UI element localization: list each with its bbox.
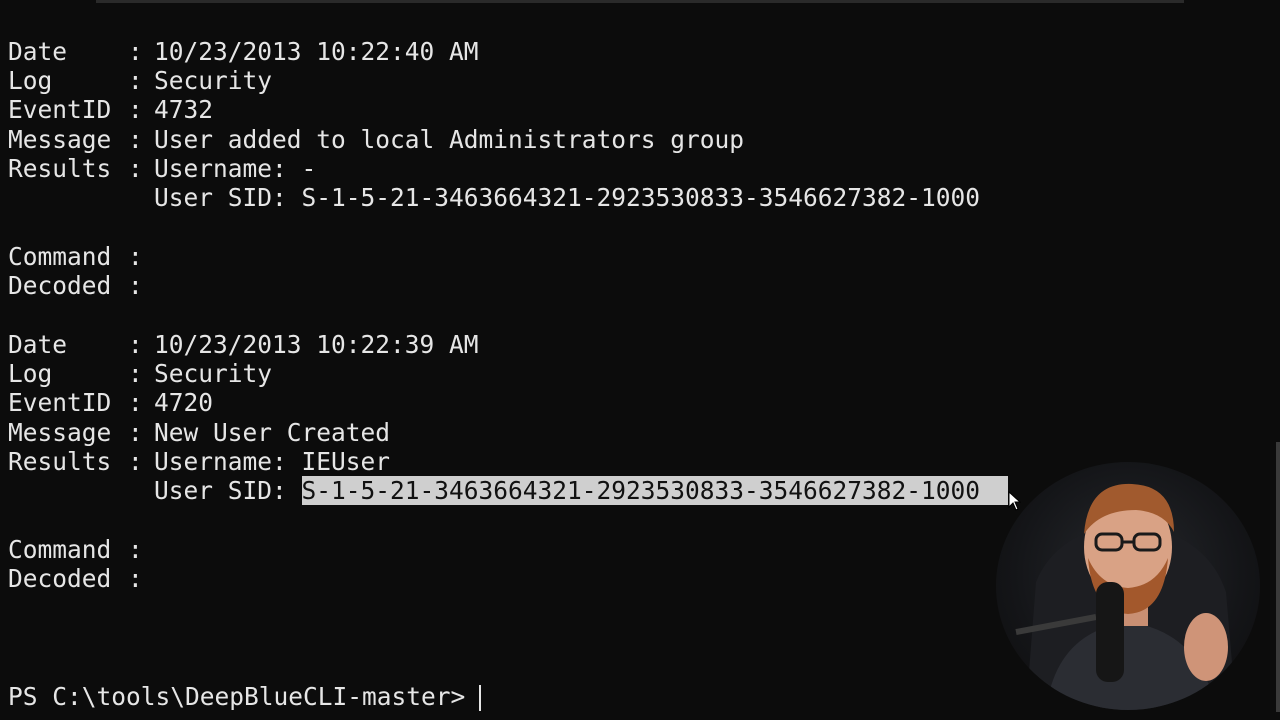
sid-label: User SID: [154, 183, 302, 212]
field-key: Log [8, 66, 53, 95]
field-separator: : [128, 359, 143, 388]
record-1-results-line: Results: Username: - [8, 154, 316, 183]
record-2-eventid-line: EventID:4720 [8, 388, 213, 417]
field-separator: : [128, 564, 143, 593]
field-separator: : [128, 271, 143, 300]
field-value-log: Security [154, 359, 273, 388]
field-key: Decoded [8, 564, 112, 593]
field-separator: : [128, 154, 143, 183]
field-key: Date [8, 37, 68, 66]
field-value-message: User added to local Administrators group [154, 125, 745, 154]
text-cursor [479, 685, 482, 711]
prompt-line[interactable]: PS C:\tools\DeepBlueCLI-master> [8, 682, 482, 711]
field-key: Command [8, 242, 112, 271]
record-1-decoded-line: Decoded: [8, 271, 154, 300]
sid-value-selected[interactable]: S-1-5-21-3463664321-2923530833-354662738… [301, 476, 1009, 505]
field-separator: : [128, 447, 143, 476]
prompt-text: PS C:\tools\DeepBlueCLI-master> [8, 682, 466, 711]
record-1-eventid-line: EventID:4732 [8, 95, 213, 124]
field-key: Log [8, 359, 53, 388]
field-separator: : [128, 330, 143, 359]
field-separator: : [128, 125, 143, 154]
sid-value[interactable]: S-1-5-21-3463664321-2923530833-354662738… [302, 183, 981, 212]
field-separator: : [128, 66, 143, 95]
field-key: EventID [8, 388, 112, 417]
record-1-sid-line: User SID: S-1-5-21-3463664321-2923530833… [8, 183, 980, 212]
scrollbar[interactable] [1276, 442, 1280, 712]
field-separator: : [128, 37, 143, 66]
field-value-eventid: 4720 [154, 388, 214, 417]
record-1-message-line: Message: User added to local Administrato… [8, 125, 744, 154]
record-1-command-line: Command: [8, 242, 154, 271]
record-1-date-line: Date:10/23/2013 10:22:40 AM [8, 37, 479, 66]
field-value-eventid: 4732 [154, 95, 214, 124]
field-key: Results [8, 447, 112, 476]
top-border-strip [96, 0, 1184, 3]
field-separator: : [128, 95, 143, 124]
field-key: Decoded [8, 271, 112, 300]
field-value-username: Username: - [154, 154, 317, 183]
presenter-silhouette [1015, 483, 1236, 710]
field-key: EventID [8, 95, 112, 124]
field-key: Date [8, 330, 68, 359]
sid-label: User SID: [154, 476, 302, 505]
field-value-date: 10/23/2013 10:22:40 AM [154, 37, 479, 66]
record-2-message-line: Message: New User Created [8, 418, 390, 447]
record-2-results-line: Results: Username: IEUser [8, 447, 390, 476]
record-2-date-line: Date:10/23/2013 10:22:39 AM [8, 330, 479, 359]
field-key: Message [8, 418, 112, 447]
field-separator: : [128, 242, 143, 271]
field-key: Command [8, 535, 112, 564]
field-value-username: Username: IEUser [154, 447, 391, 476]
field-value-date: 10/23/2013 10:22:39 AM [154, 330, 479, 359]
field-key: Results [8, 154, 112, 183]
field-separator: : [128, 535, 143, 564]
webcam-overlay [996, 462, 1260, 710]
field-value-message: New User Created [154, 418, 391, 447]
record-2-sid-line: User SID: S-1-5-21-3463664321-2923530833… [8, 476, 1009, 505]
field-separator: : [128, 418, 143, 447]
record-2-log-line: Log: Security [8, 359, 272, 388]
field-separator: : [128, 388, 143, 417]
field-value-log: Security [154, 66, 273, 95]
field-key: Message [8, 125, 112, 154]
record-2-decoded-line: Decoded: [8, 564, 154, 593]
terminal-window[interactable]: Date:10/23/2013 10:22:40 AM Log: Security… [0, 0, 1280, 720]
record-1-log-line: Log: Security [8, 66, 272, 95]
record-2-command-line: Command: [8, 535, 154, 564]
mouse-pointer-icon [1008, 491, 1022, 511]
